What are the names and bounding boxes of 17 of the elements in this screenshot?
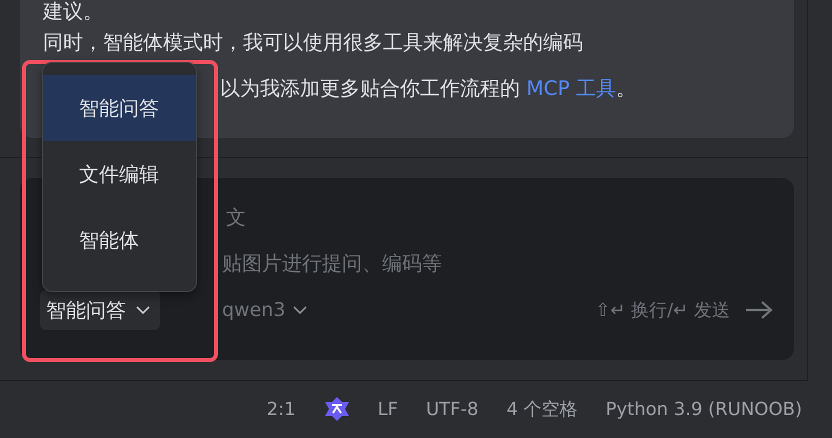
placeholder-text: 文 — [226, 204, 246, 230]
menu-item[interactable]: 智能问答 — [43, 75, 196, 141]
status-item[interactable]: LF — [378, 398, 398, 420]
message-text: 同时，智能体模式时，我可以使用很多工具来解决复杂的编码 — [43, 29, 584, 56]
message-text: 建议。 — [43, 0, 104, 22]
mode-dropdown[interactable]: 智能问答 — [40, 290, 160, 330]
status-item[interactable]: Python 3.9 (RUNOOB) — [606, 398, 802, 420]
placeholder-text: 贴图片进行提问、编码等 — [222, 250, 442, 276]
status-item[interactable]: 4 个空格 — [506, 397, 578, 421]
status-item[interactable]: UTF-8 — [426, 398, 478, 420]
model-dropdown[interactable]: qwen3 — [222, 299, 308, 321]
menu-item[interactable]: 智能体 — [43, 207, 196, 273]
status-item[interactable]: 2:1 — [266, 398, 296, 420]
message-text: 以为我添加更多贴合你工作流程的 — [220, 75, 521, 102]
shortcut-hint: ⇧↵ 换行/↵ 发送 — [595, 299, 730, 322]
mcp-tools-link[interactable]: MCP 工具 — [526, 68, 616, 108]
message-text: 。 — [616, 75, 636, 102]
